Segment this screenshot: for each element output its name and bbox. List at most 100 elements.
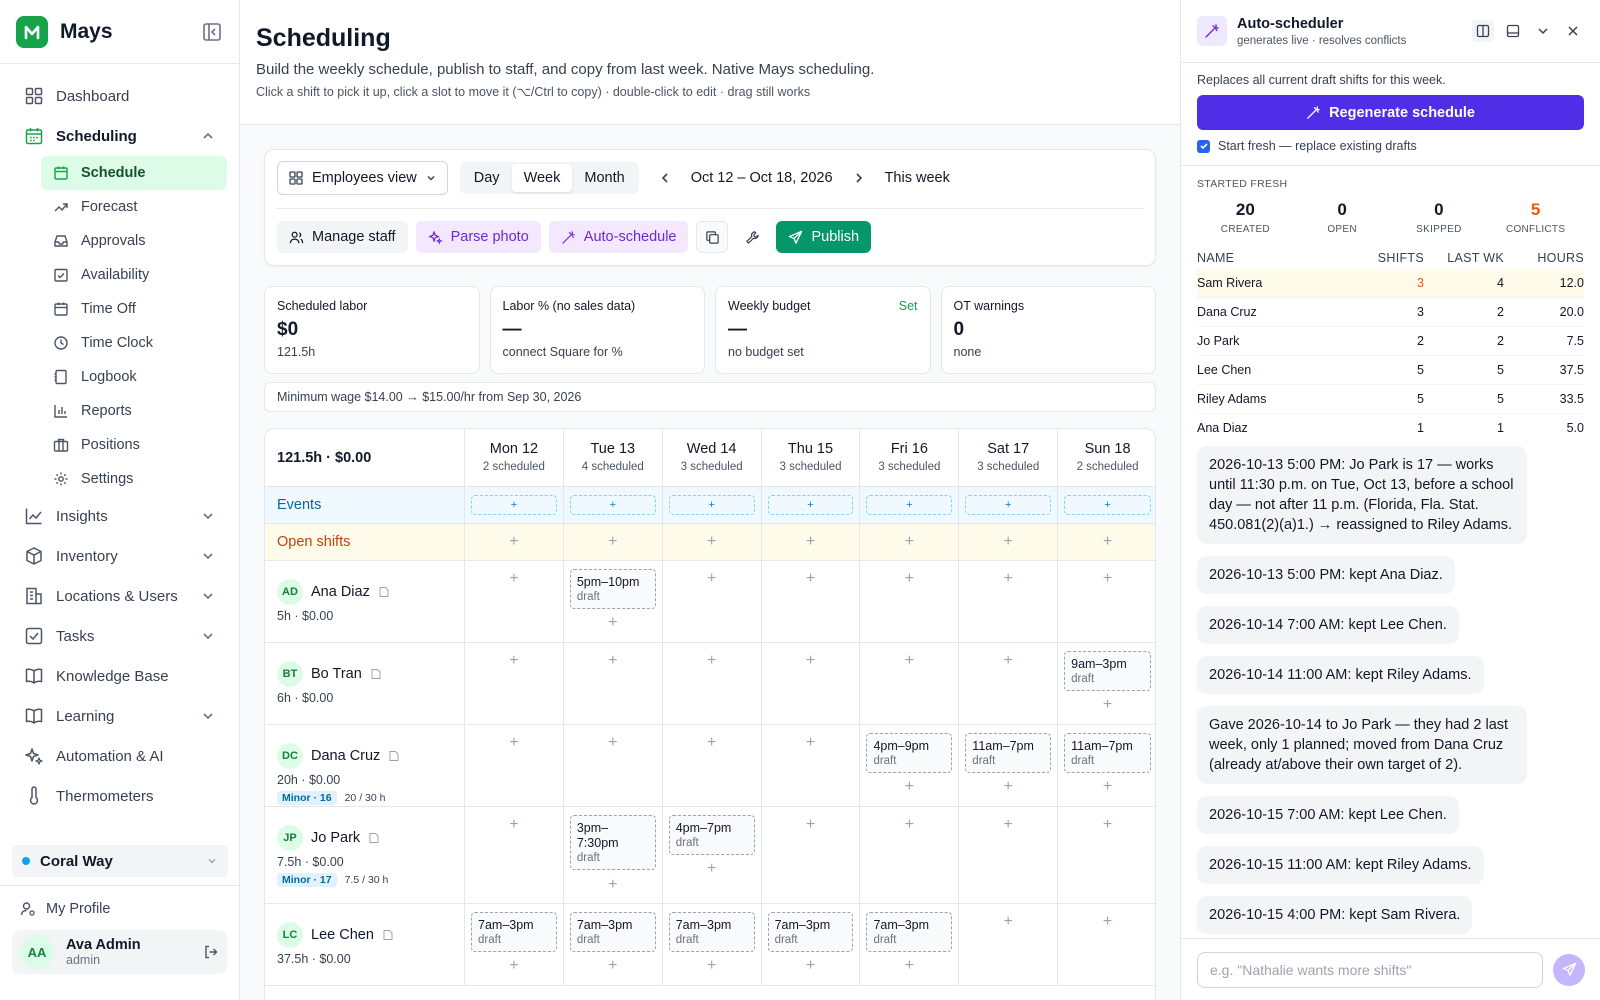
add-shift-icon[interactable]: + (762, 571, 860, 587)
note-icon[interactable] (378, 586, 390, 598)
shift-cell[interactable]: + (564, 725, 663, 806)
employee-name[interactable]: Lee Chen (311, 927, 374, 943)
add-shift-icon[interactable]: + (564, 958, 662, 974)
sidebar-item-knowledge-base[interactable]: Knowledge Base (12, 656, 227, 696)
shift-card[interactable]: 4pm–9pm draft (866, 733, 953, 773)
sidebar-item-locations-users[interactable]: Locations & Users (12, 576, 227, 616)
add-shift-icon[interactable]: + (860, 653, 958, 669)
sidebar-subitem-schedule[interactable]: Schedule (41, 156, 227, 190)
shift-cell[interactable]: 4pm–7pm draft + (663, 807, 762, 903)
close-icon[interactable] (1562, 20, 1584, 42)
shift-cell[interactable]: 7am–3pm draft + (762, 904, 861, 985)
add-event-button[interactable]: + (767, 495, 854, 515)
sidebar-subitem-settings[interactable]: Settings (41, 462, 227, 496)
shift-cell[interactable]: 11am–7pm draft + (959, 725, 1059, 806)
shift-cell[interactable]: + (860, 643, 960, 724)
shift-cell[interactable]: 7am–3pm draft + (564, 904, 663, 985)
shift-cell[interactable]: + (465, 643, 564, 724)
add-shift-icon[interactable]: + (465, 653, 563, 669)
shift-card[interactable]: 7am–3pm draft (569, 912, 656, 952)
location-selector[interactable]: Coral Way (12, 845, 228, 877)
open-shift-cell[interactable]: + (564, 524, 663, 560)
add-shift-icon[interactable]: + (663, 861, 761, 877)
add-shift-icon[interactable]: + (959, 817, 1057, 833)
next-week-button[interactable] (843, 162, 875, 194)
shift-cell[interactable]: + (959, 807, 1059, 903)
mays-logo-icon[interactable] (16, 15, 48, 48)
collapse-sidebar-icon[interactable] (201, 21, 223, 43)
shift-card[interactable]: 11am–7pm draft (1064, 733, 1152, 773)
shift-card[interactable]: 11am–7pm draft (965, 733, 1052, 773)
sidebar-item-inventory[interactable]: Inventory (12, 536, 227, 576)
add-shift-icon[interactable]: + (762, 735, 860, 751)
add-shift-icon[interactable]: + (564, 877, 662, 893)
shift-cell[interactable]: + (1058, 561, 1155, 642)
sidebar-subitem-availability[interactable]: Availability (41, 258, 227, 292)
logout-icon[interactable] (203, 944, 219, 960)
view-select[interactable]: Employees view (277, 161, 448, 195)
note-icon[interactable] (388, 750, 400, 762)
shift-cell[interactable]: 9am–3pm draft + (1058, 643, 1155, 724)
set-budget-link[interactable]: Set (899, 299, 918, 313)
add-shift-icon[interactable]: + (959, 914, 1057, 930)
sidebar-item-automation-ai[interactable]: Automation & AI (12, 736, 227, 776)
add-shift-icon[interactable]: + (1058, 697, 1155, 713)
add-shift-icon[interactable]: + (465, 571, 563, 587)
add-shift-icon[interactable]: + (959, 653, 1057, 669)
add-shift-icon[interactable]: + (1058, 779, 1155, 795)
employee-name[interactable]: Bo Tran (311, 666, 362, 682)
sidebar-subitem-forecast[interactable]: Forecast (41, 190, 227, 224)
shift-cell[interactable]: + (762, 807, 861, 903)
shift-card[interactable]: 7am–3pm draft (668, 912, 755, 952)
regenerate-schedule-button[interactable]: Regenerate schedule (1197, 95, 1584, 130)
open-shift-cell[interactable]: + (959, 524, 1059, 560)
add-event-button[interactable]: + (866, 495, 953, 515)
add-shift-icon[interactable]: + (663, 653, 761, 669)
add-shift-icon[interactable]: + (564, 534, 662, 550)
add-shift-icon[interactable]: + (663, 571, 761, 587)
sidebar-subitem-positions[interactable]: Positions (41, 428, 227, 462)
shift-card[interactable]: 4pm–7pm draft (668, 815, 755, 855)
shift-cell[interactable]: 11am–7pm draft + (1058, 725, 1155, 806)
add-shift-icon[interactable]: + (762, 958, 860, 974)
add-shift-icon[interactable]: + (465, 817, 563, 833)
shift-cell[interactable]: + (959, 561, 1059, 642)
shift-cell[interactable]: 5pm–10pm draft + (564, 561, 663, 642)
shift-cell[interactable]: 7am–3pm draft + (465, 904, 564, 985)
segment-week[interactable]: Week (511, 164, 573, 192)
publish-button[interactable]: Publish (776, 221, 872, 253)
shift-cell[interactable]: + (762, 725, 861, 806)
shift-cell[interactable]: 7am–3pm draft + (663, 904, 762, 985)
add-shift-icon[interactable]: + (663, 958, 761, 974)
sidebar-subitem-reports[interactable]: Reports (41, 394, 227, 428)
shift-card[interactable]: 7am–3pm draft (471, 912, 557, 952)
add-shift-icon[interactable]: + (465, 534, 563, 550)
add-shift-icon[interactable]: + (564, 735, 662, 751)
add-shift-icon[interactable]: + (959, 571, 1057, 587)
send-button[interactable] (1553, 953, 1585, 986)
add-shift-icon[interactable]: + (959, 779, 1057, 795)
shift-cell[interactable]: + (663, 725, 762, 806)
shift-cell[interactable]: + (465, 725, 564, 806)
add-event-button[interactable]: + (471, 495, 557, 515)
shift-cell[interactable]: 3pm–7:30pm draft + (564, 807, 663, 903)
shift-card[interactable]: 7am–3pm draft (767, 912, 854, 952)
sidebar-item-dashboard[interactable]: Dashboard (12, 76, 227, 116)
add-shift-icon[interactable]: + (564, 615, 662, 631)
employee-name[interactable]: Dana Cruz (311, 748, 380, 764)
sidebar-item-scheduling[interactable]: Scheduling (12, 116, 227, 156)
add-event-button[interactable]: + (965, 495, 1052, 515)
add-shift-icon[interactable]: + (1058, 914, 1155, 930)
add-shift-icon[interactable]: + (663, 534, 761, 550)
add-shift-icon[interactable]: + (860, 571, 958, 587)
chevron-down-icon[interactable] (1532, 20, 1554, 42)
note-icon[interactable] (370, 668, 382, 680)
open-shift-cell[interactable]: + (762, 524, 861, 560)
add-shift-icon[interactable]: + (959, 534, 1057, 550)
add-shift-icon[interactable]: + (860, 534, 958, 550)
add-shift-icon[interactable]: + (564, 653, 662, 669)
open-shift-cell[interactable]: + (663, 524, 762, 560)
shift-cell[interactable]: + (465, 807, 564, 903)
sidebar-subitem-approvals[interactable]: Approvals (41, 224, 227, 258)
my-profile-link[interactable]: My Profile (12, 894, 227, 924)
